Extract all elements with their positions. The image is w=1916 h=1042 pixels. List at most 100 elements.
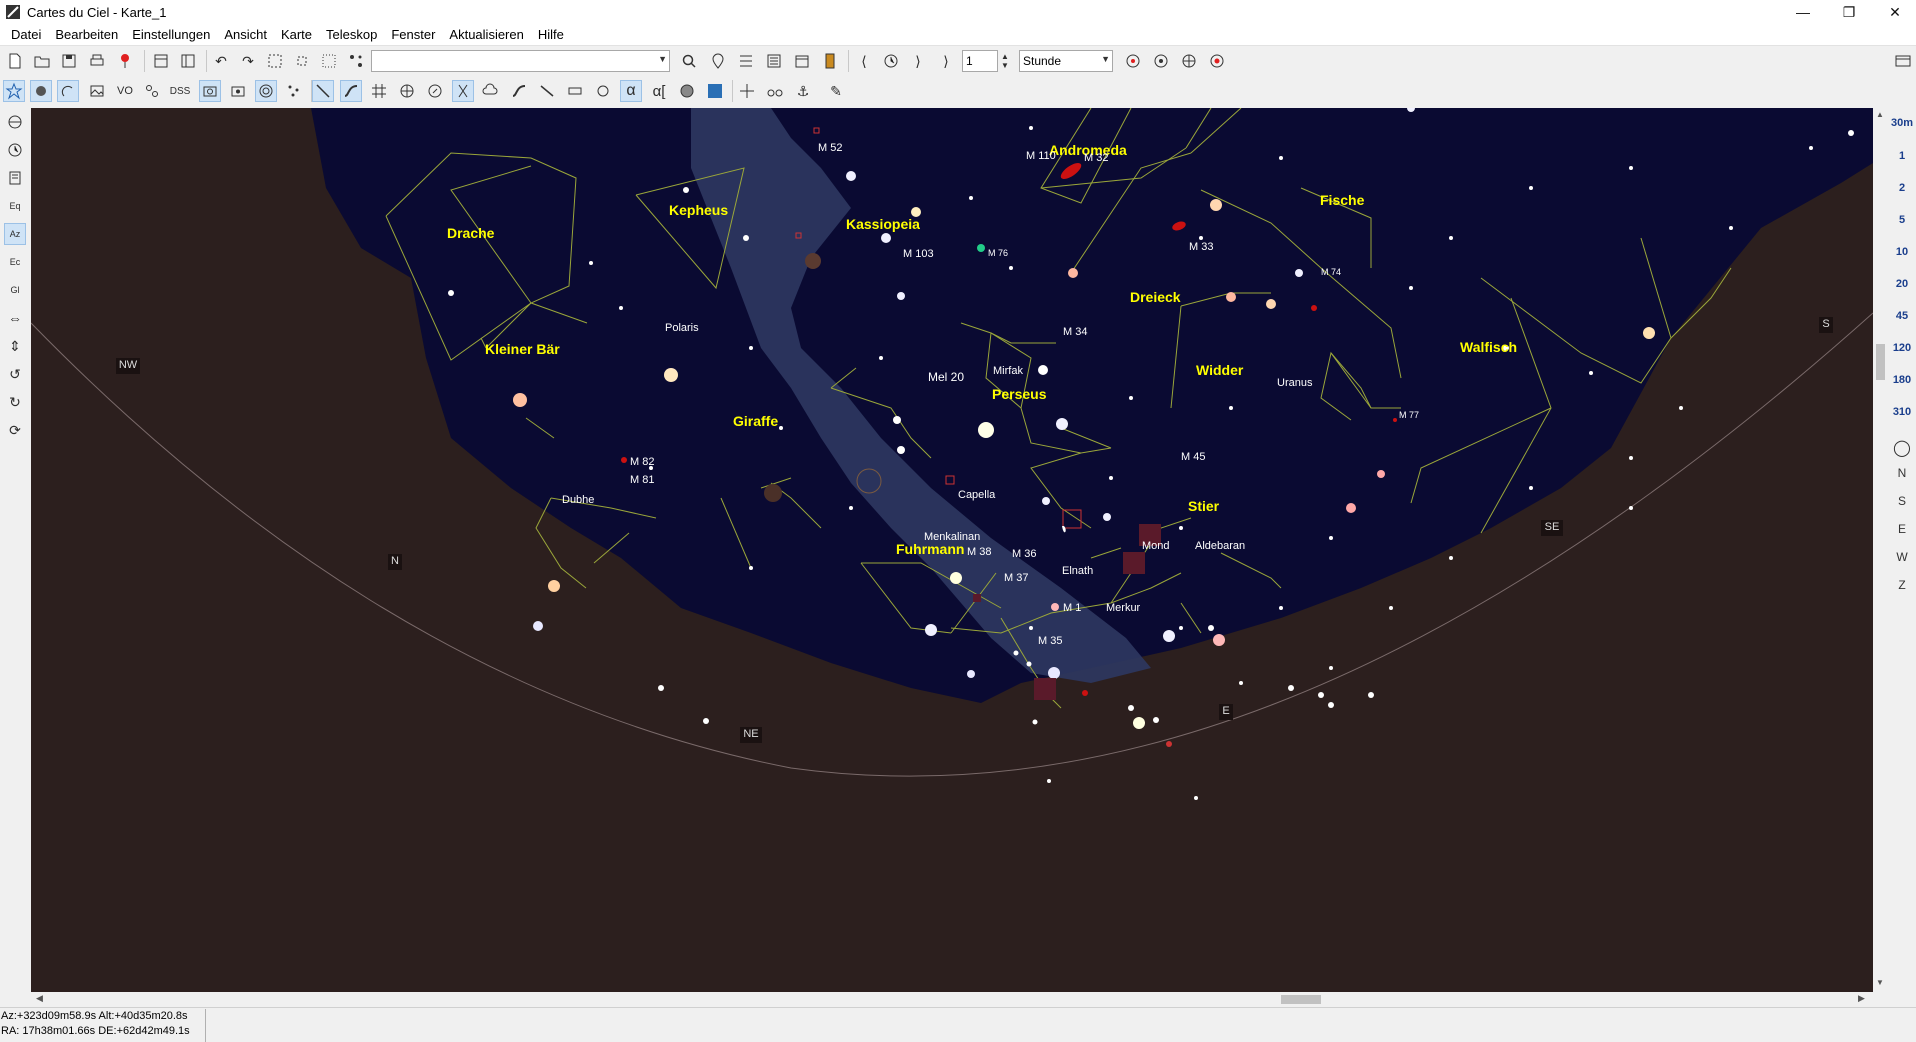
zoom-in-icon[interactable] — [264, 50, 286, 72]
minimize-icon[interactable]: — — [1780, 0, 1826, 24]
menu-fenster[interactable]: Fenster — [384, 27, 442, 42]
step-spinner[interactable]: ▲ ▼ — [998, 50, 1012, 72]
constellation-boundary-icon[interactable] — [340, 80, 362, 102]
night-vision-icon[interactable] — [704, 80, 726, 102]
vertical-scrollbar[interactable]: ▲ ▼ — [1873, 108, 1888, 992]
flip-horizontal-icon[interactable]: ⇔ — [4, 307, 26, 329]
fov-button-10[interactable]: 10 — [1888, 246, 1916, 258]
zoom-out-icon[interactable] — [291, 50, 313, 72]
constellation-line-icon[interactable] — [312, 80, 334, 102]
telescope-goto-icon[interactable] — [1178, 50, 1200, 72]
print-icon[interactable] — [86, 50, 108, 72]
clock-icon[interactable] — [4, 139, 26, 161]
telescope-connect-icon[interactable] — [1122, 50, 1144, 72]
anchor-icon[interactable]: ⚓ — [792, 80, 814, 102]
direction-e-button[interactable]: E — [1888, 522, 1916, 536]
rotate-reset-icon[interactable]: ⟳ — [4, 419, 26, 441]
zoom-select-icon[interactable] — [318, 50, 340, 72]
calendar-icon[interactable] — [791, 50, 813, 72]
comet-icon[interactable] — [57, 80, 79, 102]
fov-button-5[interactable]: 5 — [1888, 214, 1916, 226]
scale-icon[interactable] — [564, 80, 586, 102]
horizontal-scrollbar[interactable]: ◀ ▶ — [31, 992, 1873, 1007]
projection-az-icon[interactable]: Az — [4, 223, 26, 245]
compass-icon[interactable] — [424, 80, 446, 102]
alpha-icon[interactable]: α — [620, 80, 642, 102]
milky-way-icon[interactable] — [452, 80, 474, 102]
object-list-icon[interactable] — [763, 50, 785, 72]
nebula-icon[interactable] — [30, 80, 52, 102]
close-icon[interactable]: ✕ — [1872, 0, 1916, 24]
fov-button-20[interactable]: 20 — [1888, 278, 1916, 290]
time-forward-icon[interactable]: ⟩ — [907, 50, 929, 72]
horizontal-scroll-thumb[interactable] — [1281, 995, 1321, 1004]
fov-button-180[interactable]: 180 — [1888, 374, 1916, 386]
circle-icon[interactable] — [592, 80, 614, 102]
asteroid-icon[interactable] — [141, 80, 163, 102]
alpha-bracket-icon[interactable]: α[ — [648, 80, 670, 102]
menu-bearbeiten[interactable]: Bearbeiten — [48, 27, 125, 42]
galactic-line-icon[interactable] — [536, 80, 558, 102]
fov-button-45[interactable]: 45 — [1888, 310, 1916, 322]
projection-ec-icon[interactable]: Ec — [4, 251, 26, 273]
scroll-right-icon[interactable]: ▶ — [1858, 993, 1865, 1004]
list-icon[interactable] — [735, 50, 757, 72]
undo-icon[interactable]: ↶ — [210, 50, 232, 72]
toolbar-toggle-icon[interactable] — [150, 50, 172, 72]
menu-aktualisieren[interactable]: Aktualisieren — [442, 27, 530, 42]
scroll-left-icon[interactable]: ◀ — [36, 993, 43, 1004]
menu-einstellungen[interactable]: Einstellungen — [125, 27, 217, 42]
fov-button-120[interactable]: 120 — [1888, 342, 1916, 354]
clock-icon[interactable] — [880, 50, 902, 72]
star-drag-icon[interactable] — [345, 50, 367, 72]
planet-icon[interactable] — [676, 80, 698, 102]
vo-label[interactable]: VO — [114, 80, 136, 102]
menu-hilfe[interactable]: Hilfe — [531, 27, 571, 42]
pushpin-icon[interactable] — [114, 50, 136, 72]
fov-button-30m[interactable]: 30m — [1888, 117, 1916, 129]
rotate-right-icon[interactable]: ↻ — [4, 391, 26, 413]
menu-datei[interactable]: Datei — [4, 27, 48, 42]
database-icon[interactable] — [819, 50, 841, 72]
target-icon[interactable] — [255, 80, 277, 102]
camera2-icon[interactable] — [227, 80, 249, 102]
fov-button-2[interactable]: 2 — [1888, 182, 1916, 194]
menu-ansicht[interactable]: Ansicht — [217, 27, 274, 42]
telescope-abort-icon[interactable] — [1206, 50, 1228, 72]
telescope-sync-icon[interactable] — [1150, 50, 1172, 72]
dss-label[interactable]: DSS — [169, 80, 191, 102]
binocular-icon[interactable] — [764, 80, 786, 102]
menu-teleskop[interactable]: Teleskop — [319, 27, 384, 42]
direction-w-button[interactable]: W — [1888, 550, 1916, 564]
time-unit-select[interactable]: Stunde ▼ — [1019, 50, 1113, 72]
step-input[interactable]: 1 — [962, 50, 998, 72]
location-icon[interactable] — [707, 50, 729, 72]
search-icon[interactable] — [678, 50, 700, 72]
scroll-up-icon[interactable]: ▲ — [1876, 110, 1884, 119]
panel-dock-icon[interactable] — [1892, 50, 1914, 72]
camera-icon[interactable] — [199, 80, 221, 102]
save-icon[interactable] — [58, 50, 80, 72]
star-icon[interactable] — [3, 80, 25, 102]
redo-icon[interactable]: ↷ — [237, 50, 259, 72]
globe-icon[interactable] — [4, 111, 26, 133]
open-icon[interactable] — [31, 50, 53, 72]
document-icon[interactable] — [4, 167, 26, 189]
cloud-icon[interactable] — [480, 80, 502, 102]
direction-z-button[interactable]: Z — [1888, 578, 1916, 592]
scroll-down-icon[interactable]: ▼ — [1876, 978, 1884, 987]
grid-icon[interactable] — [368, 80, 390, 102]
restore-icon[interactable]: ❐ — [1826, 0, 1872, 24]
fov-button-1[interactable]: 1 — [1888, 150, 1916, 162]
chevron-left-icon[interactable]: ⟨ — [853, 50, 875, 72]
flip-vertical-icon[interactable]: ⇕ — [4, 335, 26, 357]
rotate-left-icon[interactable]: ↺ — [4, 363, 26, 385]
image-icon[interactable] — [86, 80, 108, 102]
zenith-circle-icon[interactable]: ◯ — [1888, 438, 1916, 458]
direction-s-button[interactable]: S — [1888, 494, 1916, 508]
projection-gl-icon[interactable]: Gl — [4, 279, 26, 301]
ecliptic-icon[interactable] — [508, 80, 530, 102]
menu-karte[interactable]: Karte — [274, 27, 319, 42]
fov-button-310[interactable]: 310 — [1888, 406, 1916, 418]
star-pattern-icon[interactable] — [283, 80, 305, 102]
